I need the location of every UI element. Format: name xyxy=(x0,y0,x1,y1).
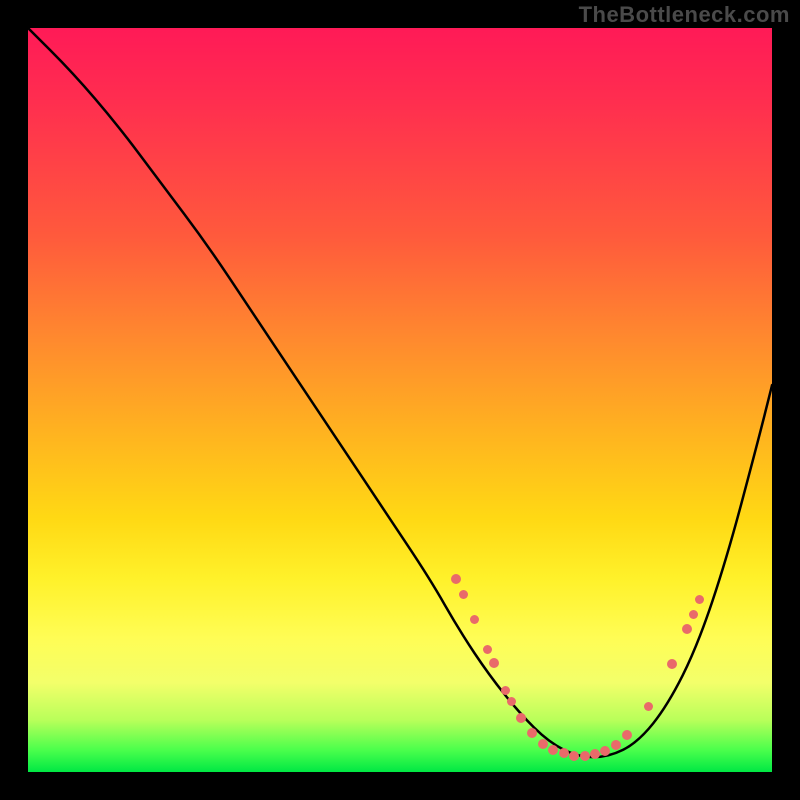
curve-marker xyxy=(507,697,516,706)
curve-marker xyxy=(548,745,558,755)
bottleneck-curve-path xyxy=(28,28,772,757)
curve-marker xyxy=(501,686,510,695)
curve-marker xyxy=(538,739,548,749)
curve-marker xyxy=(569,751,579,761)
bottleneck-curve-svg xyxy=(28,28,772,772)
curve-marker xyxy=(470,615,479,624)
curve-marker xyxy=(667,659,677,669)
curve-marker xyxy=(489,658,499,668)
curve-marker xyxy=(483,645,492,654)
curve-marker xyxy=(644,702,653,711)
curve-marker xyxy=(451,574,461,584)
curve-marker xyxy=(622,730,632,740)
curve-marker xyxy=(580,751,590,761)
curve-marker xyxy=(611,740,621,750)
chart-frame: TheBottleneck.com xyxy=(0,0,800,800)
plot-area xyxy=(28,28,772,772)
watermark-text: TheBottleneck.com xyxy=(579,2,790,28)
curve-marker xyxy=(590,749,600,759)
